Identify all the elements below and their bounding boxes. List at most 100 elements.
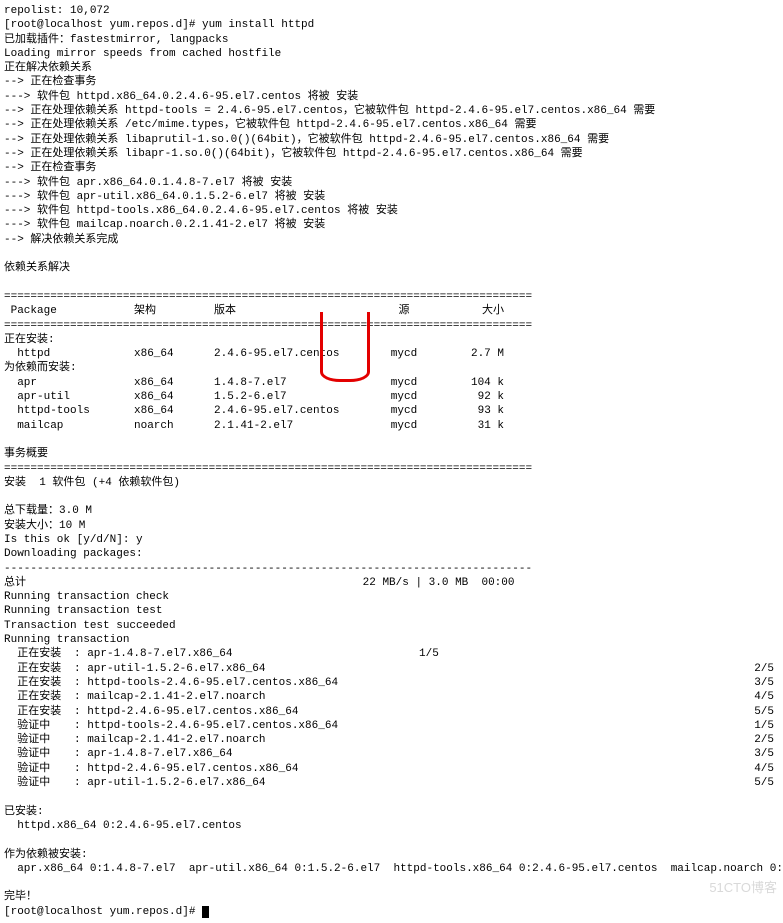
terminal-line: Loading mirror speeds from cached hostfi… xyxy=(4,47,779,61)
cell: 2.7 M xyxy=(444,347,504,361)
install-step: 正在安装: apr-1.4.8-7.el7.x86_641/5 xyxy=(4,647,779,661)
step-pkg: : httpd-tools-2.4.6-95.el7.centos.x86_64 xyxy=(74,676,754,690)
terminal-line: Running transaction test xyxy=(4,604,779,618)
install-step: 验证中: apr-util-1.5.2-6.el7.x86_645/5 xyxy=(4,776,774,790)
complete-line: 完毕！ xyxy=(4,890,779,904)
terminal-line: Running transaction check xyxy=(4,590,779,604)
terminal-line: ---> 软件包 httpd-tools.x86_64.0.2.4.6-95.e… xyxy=(4,204,779,218)
terminal-line: --> 正在处理依赖关系 libapr-1.so.0()(64bit)，它被软件… xyxy=(4,147,779,161)
step-pkg: : mailcap-2.1.41-2.el7.noarch xyxy=(74,733,754,747)
step-count: 4/5 xyxy=(754,762,774,776)
cell: httpd-tools xyxy=(4,404,134,418)
step-label: 验证中 xyxy=(4,762,74,776)
installed-line: httpd.x86_64 0:2.4.6-95.el7.centos xyxy=(4,819,779,833)
install-size: 安装大小：10 M xyxy=(4,519,779,533)
cursor-icon: _ xyxy=(202,906,209,918)
cell: 1.5.2-6.el7 xyxy=(214,390,364,404)
blank-line xyxy=(4,876,779,890)
cell: mailcap xyxy=(4,419,134,433)
cell: mycd xyxy=(364,347,444,361)
prompt-line[interactable]: [root@localhost yum.repos.d]# _ xyxy=(4,905,779,919)
cell: 92 k xyxy=(444,390,504,404)
blank-line xyxy=(4,276,779,290)
terminal-line: Running transaction xyxy=(4,633,779,647)
terminal-line: 已加载插件：fastestmirror, langpacks xyxy=(4,33,779,47)
cell: apr xyxy=(4,376,134,390)
dep-installed-line: apr.x86_64 0:1.4.8-7.el7 apr-util.x86_64… xyxy=(4,862,779,876)
resolved-line: 依赖关系解决 xyxy=(4,261,779,275)
summary-label: 事务概要 xyxy=(4,447,779,461)
step-count: 4/5 xyxy=(754,690,774,704)
installing-label: 正在安装: xyxy=(4,333,779,347)
terminal-line: ---> 软件包 apr.x86_64.0.1.4.8-7.el7 将被 安装 xyxy=(4,176,779,190)
step-label: 验证中 xyxy=(4,747,74,761)
step-label: 正在安装 xyxy=(4,705,74,719)
step-count: 3/5 xyxy=(754,676,774,690)
step-label: 正在安装 xyxy=(4,676,74,690)
cell: 93 k xyxy=(444,404,504,418)
blank-line xyxy=(4,490,779,504)
terminal-line: --> 正在处理依赖关系 /etc/mime.types，它被软件包 httpd… xyxy=(4,118,779,132)
package-row: httpd-toolsx86_642.4.6-95.el7.centosmycd… xyxy=(4,404,779,418)
install-step: 正在安装: httpd-2.4.6-95.el7.centos.x86_645/… xyxy=(4,705,774,719)
col-version: 版本 xyxy=(214,304,364,318)
step-pkg: : apr-util-1.5.2-6.el7.x86_64 xyxy=(74,662,754,676)
step-count: 2/5 xyxy=(754,733,774,747)
package-row: aprx86_641.4.8-7.el7mycd104 k xyxy=(4,376,779,390)
step-pkg: : httpd-2.4.6-95.el7.centos.x86_64 xyxy=(74,762,754,776)
cell: 2.4.6-95.el7.centos xyxy=(214,347,364,361)
col-size: 大小 xyxy=(444,304,504,318)
package-row: apr-utilx86_641.5.2-6.el7mycd92 k xyxy=(4,390,779,404)
step-pkg: : apr-1.4.8-7.el7.x86_64 xyxy=(74,747,754,761)
downloading-label: Downloading packages: xyxy=(4,547,779,561)
install-step: 正在安装: apr-util-1.5.2-6.el7.x86_642/5 xyxy=(4,662,774,676)
terminal-line: --> 正在处理依赖关系 httpd-tools = 2.4.6-95.el7.… xyxy=(4,104,779,118)
cell: x86_64 xyxy=(134,376,214,390)
terminal-line: ---> 软件包 mailcap.noarch.0.2.1.41-2.el7 将… xyxy=(4,218,779,232)
cell: x86_64 xyxy=(134,404,214,418)
table-header: Package 架构 版本 源 大小 xyxy=(4,304,779,318)
step-label: 验证中 xyxy=(4,719,74,733)
cell: 104 k xyxy=(444,376,504,390)
step-count: 5/5 xyxy=(754,776,774,790)
separator: ----------------------------------------… xyxy=(4,562,779,576)
step-pkg: : mailcap-2.1.41-2.el7.noarch xyxy=(74,690,754,704)
installed-header: 已安装: xyxy=(4,805,779,819)
step-count: 1/5 xyxy=(419,647,439,661)
step-pkg: : apr-1.4.8-7.el7.x86_64 xyxy=(74,647,419,661)
step-pkg: : httpd-2.4.6-95.el7.centos.x86_64 xyxy=(74,705,754,719)
cell: 2.1.41-2.el7 xyxy=(214,419,364,433)
separator: ========================================… xyxy=(4,319,779,333)
confirm-prompt[interactable]: Is this ok [y/d/N]: y xyxy=(4,533,779,547)
step-count: 3/5 xyxy=(754,747,774,761)
install-step: 正在安装: mailcap-2.1.41-2.el7.noarch4/5 xyxy=(4,690,774,704)
dep-installed-header: 作为依赖被安装: xyxy=(4,848,779,862)
cell: 1.4.8-7.el7 xyxy=(214,376,364,390)
terminal-line: --> 正在处理依赖关系 libaprutil-1.so.0()(64bit)，… xyxy=(4,133,779,147)
terminal-line: 正在解决依赖关系 xyxy=(4,61,779,75)
cell: mycd xyxy=(364,390,444,404)
step-pkg: : apr-util-1.5.2-6.el7.x86_64 xyxy=(74,776,754,790)
cell: x86_64 xyxy=(134,390,214,404)
terminal-line: ---> 软件包 apr-util.x86_64.0.1.5.2-6.el7 将… xyxy=(4,190,779,204)
step-count: 2/5 xyxy=(754,662,774,676)
install-step: 验证中: mailcap-2.1.41-2.el7.noarch2/5 xyxy=(4,733,774,747)
install-step: 验证中: httpd-2.4.6-95.el7.centos.x86_644/5 xyxy=(4,762,774,776)
cell: mycd xyxy=(364,419,444,433)
terminal-line: ---> 软件包 httpd.x86_64.0.2.4.6-95.el7.cen… xyxy=(4,90,779,104)
blank-line xyxy=(4,790,779,804)
terminal-line: [root@localhost yum.repos.d]# yum instal… xyxy=(4,18,779,32)
blank-line xyxy=(4,433,779,447)
cell: x86_64 xyxy=(134,347,214,361)
terminal-line: --> 正在检查事务 xyxy=(4,75,779,89)
col-arch: 架构 xyxy=(134,304,214,318)
package-row: mailcapnoarch2.1.41-2.el7mycd31 k xyxy=(4,419,779,433)
cell: mycd xyxy=(364,404,444,418)
install-step: 正在安装: httpd-tools-2.4.6-95.el7.centos.x8… xyxy=(4,676,774,690)
cell: 2.4.6-95.el7.centos xyxy=(214,404,364,418)
separator: ========================================… xyxy=(4,290,779,304)
cell: httpd xyxy=(4,347,134,361)
total-line: 总计 22 MB/s | 3.0 MB 00:00 xyxy=(4,576,779,590)
step-label: 正在安装 xyxy=(4,647,74,661)
col-repo: 源 xyxy=(364,304,444,318)
